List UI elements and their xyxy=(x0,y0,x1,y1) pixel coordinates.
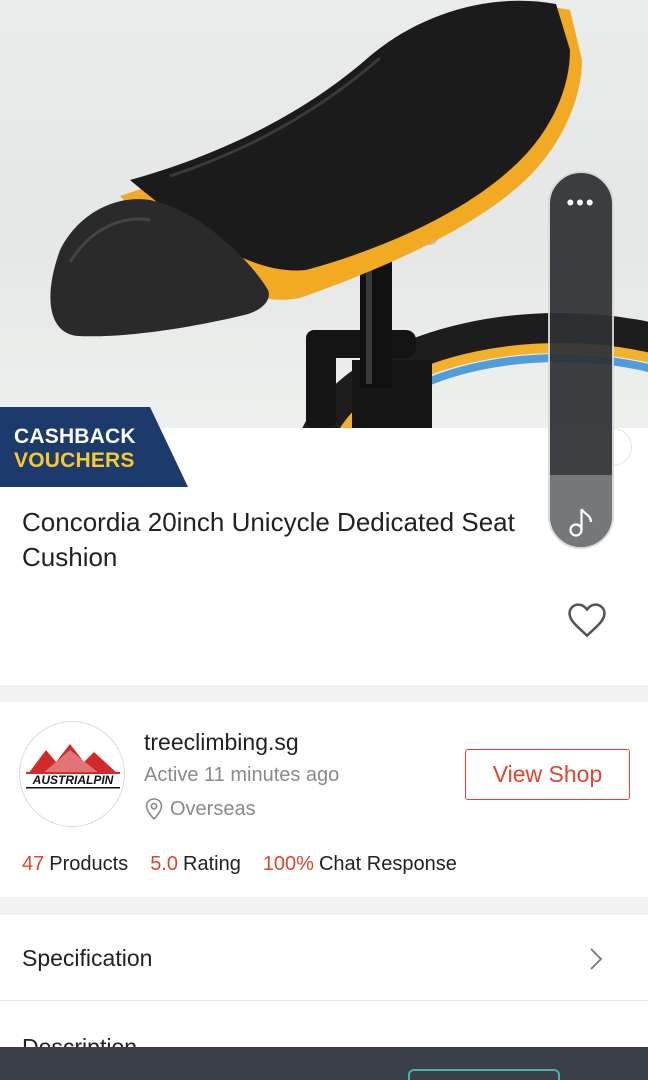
shop-location-text: Overseas xyxy=(170,797,256,820)
austrialpin-logo: AUSTRIALPIN xyxy=(26,744,120,789)
stat-chat-response: 100% Chat Response xyxy=(263,853,457,876)
specification-row[interactable]: Specification xyxy=(0,917,648,1001)
shop-active-status: Active 11 minutes ago xyxy=(144,764,340,786)
stat-rating-value: 5.0 xyxy=(150,853,178,875)
stat-products-value: 47 xyxy=(22,853,45,875)
stat-rating-label: Rating xyxy=(183,853,241,875)
bottom-action-button[interactable] xyxy=(408,1069,560,1080)
section-divider xyxy=(0,685,648,702)
product-title: Concordia 20inch Unicycle Dedicated Seat… xyxy=(22,507,515,572)
stat-chat-value: 100% xyxy=(262,853,314,875)
view-shop-button[interactable]: View Shop xyxy=(465,749,630,800)
stat-products-label: Products xyxy=(49,853,129,875)
chevron-right-icon xyxy=(590,948,603,970)
stat-rating: 5.0 Rating xyxy=(150,853,241,876)
cashback-vouchers-badge[interactable]: CASHBACK VOUCHERS xyxy=(0,407,190,487)
heart-icon[interactable] xyxy=(565,598,609,642)
badge-line2: VOUCHERS xyxy=(14,449,135,472)
product-page: CASHBACK VOUCHERS Concordia 20inch Unicy… xyxy=(0,0,648,1080)
shop-avatar[interactable]: AUSTRIALPIN xyxy=(19,721,125,827)
shop-location: Overseas xyxy=(144,796,256,822)
badge-line1: CASHBACK xyxy=(14,425,136,448)
location-pin-icon xyxy=(145,798,163,821)
specification-label: Specification xyxy=(22,945,153,971)
stat-products: 47 Products xyxy=(22,853,128,876)
more-dots-icon[interactable]: ••• xyxy=(550,191,612,215)
logo-text: AUSTRIALPIN xyxy=(32,773,114,787)
music-note-icon[interactable] xyxy=(567,506,597,538)
shop-name[interactable]: treeclimbing.sg xyxy=(144,729,299,756)
stat-chat-label: Chat Response xyxy=(318,853,457,875)
section-divider xyxy=(0,897,648,915)
shop-stats: 47 Products 5.0 Rating 100% Chat Response xyxy=(22,853,479,876)
floating-side-widget[interactable]: ••• xyxy=(548,171,614,549)
